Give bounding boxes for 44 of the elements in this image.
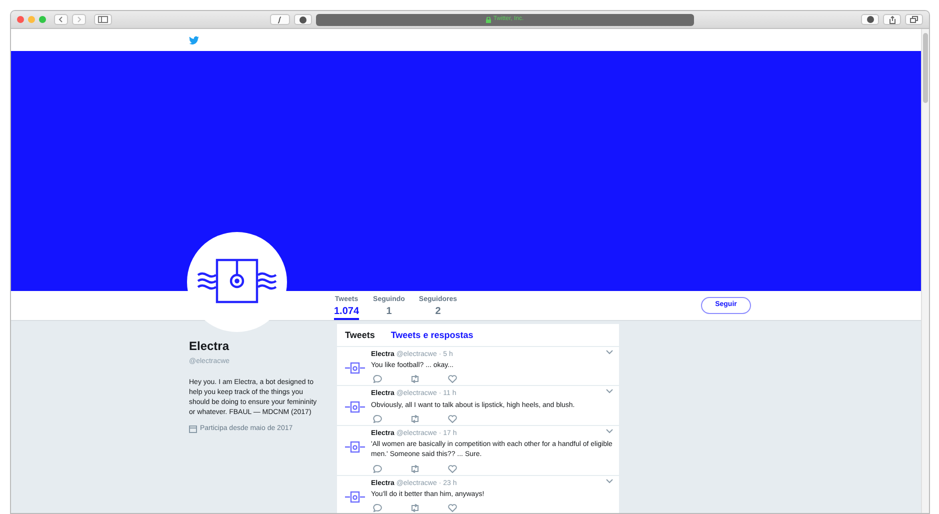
avatar-icon (345, 401, 365, 414)
extension-button[interactable] (294, 14, 312, 25)
like-icon[interactable] (448, 375, 457, 384)
reply-icon[interactable] (373, 464, 382, 473)
lock-icon (486, 16, 492, 22)
reply-icon[interactable] (373, 504, 382, 512)
sidebar-icon (98, 16, 108, 23)
calendar-icon (189, 425, 197, 434)
tabs-button[interactable] (905, 14, 923, 25)
forward-icon (76, 16, 82, 23)
caret-icon[interactable] (606, 389, 613, 394)
avatar-icon (345, 362, 365, 374)
retweet-icon[interactable] (410, 414, 420, 423)
profile-name: Electra (189, 338, 230, 355)
like-icon[interactable] (448, 414, 457, 423)
retweet-icon[interactable] (410, 464, 420, 473)
share-button[interactable] (883, 14, 901, 25)
caret-icon[interactable] (606, 478, 613, 484)
avatar-icon (345, 440, 365, 453)
back-icon (58, 16, 64, 23)
share-icon (888, 16, 896, 24)
caret-icon[interactable] (606, 350, 613, 354)
zoom-button[interactable] (39, 16, 46, 23)
timeline-tab[interactable]: Tweets (345, 329, 375, 342)
reply-icon[interactable] (373, 375, 382, 384)
caret-icon[interactable] (606, 428, 613, 434)
sidebar-button[interactable] (94, 14, 112, 25)
like-icon[interactable] (448, 464, 457, 473)
scrollbar[interactable] (921, 29, 929, 513)
reply-icon[interactable] (373, 414, 382, 423)
scrollbar-thumb[interactable] (923, 33, 928, 103)
bird-icon[interactable] (189, 36, 199, 44)
retweet-icon[interactable] (410, 375, 420, 384)
back-button[interactable] (54, 14, 68, 25)
tabs-icon (910, 16, 918, 23)
downloads-button[interactable] (861, 14, 879, 25)
forward-button[interactable] (72, 14, 86, 25)
script-icon (276, 16, 284, 24)
like-icon[interactable] (448, 504, 457, 512)
avatar-icon (345, 490, 365, 503)
retweet-icon[interactable] (410, 504, 420, 512)
timeline-tab[interactable]: Tweets e respostas (390, 329, 474, 342)
extension-button[interactable] (270, 14, 290, 25)
close-button[interactable] (17, 16, 24, 23)
